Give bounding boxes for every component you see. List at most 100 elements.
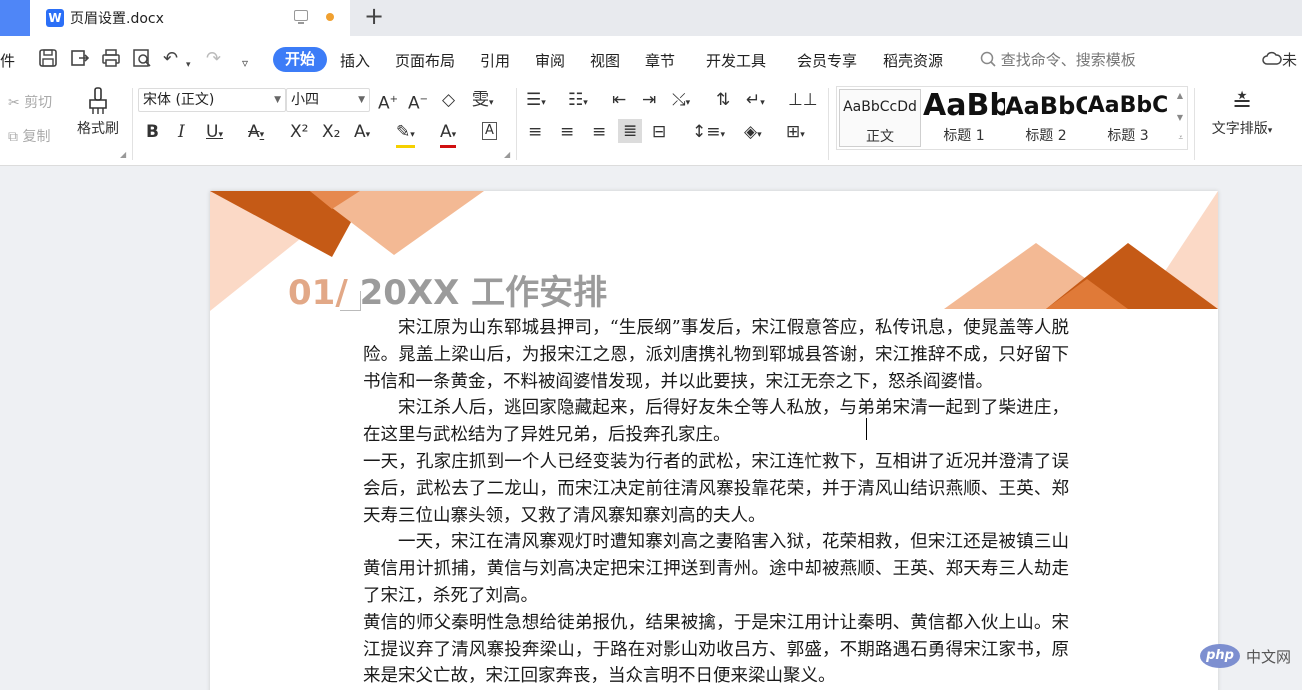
command-search[interactable]: 查找命令、搜索模板 xyxy=(980,49,1136,70)
document-tab[interactable]: W 页眉设置.docx xyxy=(30,0,350,36)
numbered-list-icon[interactable]: ☷▾ xyxy=(568,90,588,113)
font-size-select[interactable]: 小四 ▼ xyxy=(286,88,370,112)
customize-quick-access-icon[interactable]: ▿ xyxy=(242,52,248,74)
divider xyxy=(1194,88,1195,160)
save-icon[interactable] xyxy=(38,48,58,68)
styles-gallery: AaBbCcDd 正文 AaBb 标题 1 AaBbC 标题 2 AaBbC 标… xyxy=(836,86,1188,150)
header-title: 01/ 20XX 工作安排 xyxy=(288,265,607,314)
paragraph: 一天，宋江在清风寨观灯时遭知寨刘高之妻陷害入狱，花荣相救，但宋江还是被镇三山黄信… xyxy=(363,532,1069,606)
style-heading-1[interactable]: AaBb 标题 1 xyxy=(923,89,1005,147)
justify-icon[interactable]: ≣ xyxy=(618,119,643,143)
document-body[interactable]: 宋江原为山东郓城县押司，“生辰纲”事发后，宋江假意答应，私传讯息，使晁盖等人脱险… xyxy=(363,315,1069,690)
clear-format-icon[interactable]: ◇ xyxy=(442,90,455,110)
tab-references[interactable]: 引用 xyxy=(480,50,510,71)
menu-bar: 件 ↶ ▾ ↷ ▿ 开始 插入 页面布局 引用 审阅 视图 章节 开发工具 会员… xyxy=(0,36,1302,82)
paragraph: 一天，孔家庄抓到一个人已经变装为行者的武松，宋江连忙救下，互相讲了近况并澄清了误… xyxy=(363,451,1069,526)
search-icon xyxy=(980,51,996,67)
align-left-icon[interactable]: ≡ xyxy=(528,122,542,142)
style-preview: AaBbC xyxy=(1005,92,1087,120)
style-preview: AaBbCcDd xyxy=(843,99,917,115)
font-color-icon[interactable]: A▾ xyxy=(440,122,457,148)
text-effect-icon[interactable]: A▾ xyxy=(354,122,370,145)
shrink-font-icon[interactable]: A− xyxy=(408,90,428,114)
margin-corner-mark xyxy=(340,291,361,311)
expand-gallery-icon[interactable]: ⩡ xyxy=(1178,133,1183,143)
highlight-icon[interactable]: ✎▾ xyxy=(396,122,415,148)
shading-icon[interactable]: ◈▾ xyxy=(744,122,762,145)
tab-member[interactable]: 会员专享 xyxy=(797,50,857,71)
undo-icon[interactable]: ↶ xyxy=(163,48,178,70)
font-name-select[interactable]: 宋体 (正文) ▼ xyxy=(138,88,286,112)
underline-icon[interactable]: U▾ xyxy=(206,122,223,145)
document-page[interactable]: 01/ 20XX 工作安排 宋江原为山东郓城县押司，“生辰纲”事发后，宋江假意答… xyxy=(210,191,1218,690)
cut-button[interactable]: ✂ 剪切 xyxy=(8,92,52,112)
font-name-value: 宋体 (正文) xyxy=(143,92,215,108)
cloud-sync[interactable]: 未 xyxy=(1262,49,1297,70)
clipboard-launcher-icon[interactable]: ◢ xyxy=(120,150,126,159)
style-label: 标题 1 xyxy=(943,128,985,144)
divider xyxy=(132,88,133,160)
decrease-indent-icon[interactable]: ⇤ xyxy=(612,90,626,110)
watermark: php 中文网 xyxy=(1200,644,1291,668)
new-tab-button[interactable]: + xyxy=(362,4,386,28)
tab-page-layout[interactable]: 页面布局 xyxy=(395,50,455,71)
scroll-up-icon[interactable]: ▲ xyxy=(1177,91,1183,100)
style-heading-3[interactable]: AaBbC 标题 3 xyxy=(1087,89,1169,147)
style-preview: AaBbC xyxy=(1087,93,1169,118)
export-icon[interactable] xyxy=(70,48,90,68)
superscript-icon[interactable]: X² xyxy=(290,122,308,142)
tab-start[interactable]: 开始 xyxy=(273,47,327,72)
print-preview-icon[interactable] xyxy=(132,48,152,68)
scroll-down-icon[interactable]: ▼ xyxy=(1177,113,1183,122)
font-size-value: 小四 xyxy=(291,92,319,108)
tab-review[interactable]: 审阅 xyxy=(535,50,565,71)
chinese-layout-icon[interactable]: ⤯▾ xyxy=(672,90,690,113)
tab-daoke[interactable]: 稻壳资源 xyxy=(883,50,943,71)
font-launcher-icon[interactable]: ◢ xyxy=(504,150,510,159)
text-layout-icon: ≛ xyxy=(1231,89,1253,117)
borders-icon[interactable]: ⊞▾ xyxy=(786,122,805,145)
monitor-icon[interactable] xyxy=(294,10,308,24)
italic-icon[interactable]: I xyxy=(178,122,185,142)
tab-insert[interactable]: 插入 xyxy=(340,50,370,71)
distribute-icon[interactable]: ⊟ xyxy=(652,122,666,142)
cloud-icon xyxy=(1262,51,1282,65)
copy-button[interactable]: ⧉ 复制 xyxy=(8,126,50,146)
show-marks-icon[interactable]: ↵▾ xyxy=(746,90,765,113)
style-label: 正文 xyxy=(866,129,894,145)
tab-view[interactable]: 视图 xyxy=(590,50,620,71)
tab-developer[interactable]: 开发工具 xyxy=(706,50,766,71)
tab-stops-icon[interactable]: ⊥⊥ xyxy=(788,90,818,110)
redo-icon[interactable]: ↷ xyxy=(206,48,221,70)
unsaved-dot-icon xyxy=(326,13,334,21)
bullet-list-icon[interactable]: ☰▾ xyxy=(526,90,546,113)
tab-chapter[interactable]: 章节 xyxy=(645,50,675,71)
increase-indent-icon[interactable]: ⇥ xyxy=(642,90,656,110)
subscript-icon[interactable]: X₂ xyxy=(322,122,340,142)
divider xyxy=(516,88,517,160)
pinyin-guide-icon[interactable]: 雯▾ xyxy=(472,90,494,113)
word-doc-icon: W xyxy=(46,9,64,27)
document-tab-title: 页眉设置.docx xyxy=(70,11,164,27)
text-layout-button[interactable]: ≛ 文字排版▾ xyxy=(1206,88,1278,138)
menu-file[interactable]: 件 xyxy=(0,50,15,71)
undo-dropdown-icon[interactable]: ▾ xyxy=(186,54,191,76)
chevron-down-icon: ▼ xyxy=(274,95,281,105)
strikethrough-icon[interactable]: A▾ xyxy=(248,122,264,145)
align-center-icon[interactable]: ≡ xyxy=(560,122,574,142)
text-layout-label: 文字排版 xyxy=(1211,121,1268,137)
style-heading-2[interactable]: AaBbC 标题 2 xyxy=(1005,89,1087,147)
app-menu-button[interactable] xyxy=(0,0,30,36)
bold-icon[interactable]: B xyxy=(146,122,159,142)
tab-bar: W 页眉设置.docx + xyxy=(0,0,1302,36)
line-spacing-icon[interactable]: ↕≡▾ xyxy=(692,122,725,145)
char-border-icon[interactable]: A xyxy=(482,122,497,140)
copy-label: 复制 xyxy=(22,129,51,145)
align-right-icon[interactable]: ≡ xyxy=(592,122,606,142)
sort-icon[interactable]: ⇅ xyxy=(716,90,730,110)
format-painter-button[interactable]: 格式刷 xyxy=(74,86,122,138)
search-placeholder: 查找命令、搜索模板 xyxy=(1000,51,1136,69)
style-normal[interactable]: AaBbCcDd 正文 xyxy=(839,89,921,147)
print-icon[interactable] xyxy=(101,48,121,68)
grow-font-icon[interactable]: A+ xyxy=(378,90,398,114)
